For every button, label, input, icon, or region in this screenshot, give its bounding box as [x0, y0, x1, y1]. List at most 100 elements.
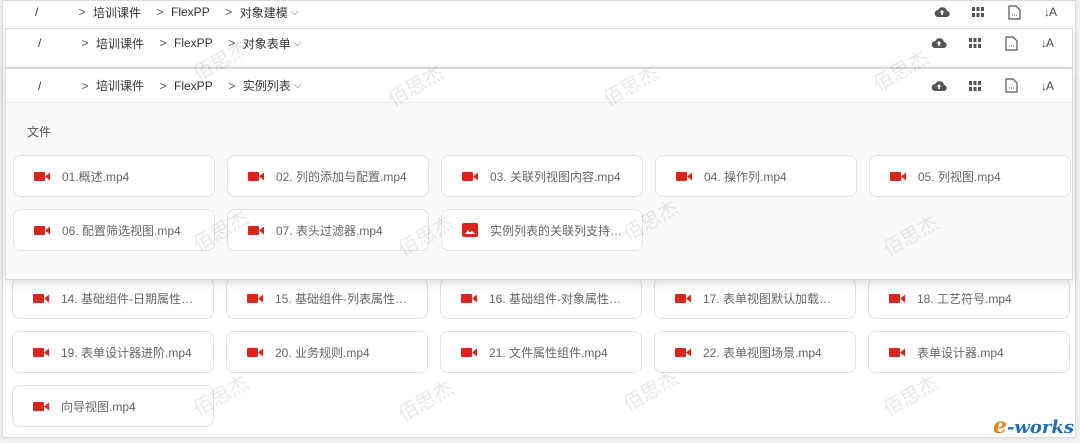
file-name: 03. 关联列视图内容.mp4	[490, 169, 621, 184]
breadcrumb: / > 培训课件 > FlexPP > 对象建模 ⌵ ↓A	[3, 1, 1075, 23]
grid-view-icon[interactable]	[967, 1, 989, 23]
breadcrumb-item[interactable]: 培训课件	[93, 4, 141, 21]
chevron-right-icon: >	[225, 5, 233, 19]
file-card[interactable]: 18. 工艺符号.mp4	[868, 277, 1070, 319]
file-card[interactable]: 01.概述.mp4	[13, 155, 215, 197]
file-name: 21. 文件属性组件.mp4	[489, 345, 608, 360]
file-name: 16. 基础组件-对象属性…	[489, 291, 622, 306]
sort-icon[interactable]: ↓A	[1036, 32, 1058, 54]
chevron-right-icon: >	[228, 78, 236, 93]
video-file-icon	[33, 400, 51, 412]
file-card[interactable]: 22. 表单视图场景.mp4	[654, 331, 856, 373]
eworks-logo: e-works	[992, 413, 1074, 439]
file-name: 01.概述.mp4	[62, 169, 130, 184]
file-card[interactable]: 15. 基础组件-列表属性…	[226, 277, 428, 319]
chevron-right-icon: >	[159, 78, 167, 93]
video-file-icon	[675, 292, 693, 304]
section-title: 文件	[27, 125, 52, 139]
file-card[interactable]: 表单设计器.mp4	[868, 331, 1070, 373]
video-file-icon	[889, 346, 907, 358]
file-card[interactable]: 实例列表的关联列支持…	[441, 209, 643, 251]
file-card[interactable]: 05. 列视图.mp4	[869, 155, 1071, 197]
file-name: 06. 配置筛选视图.mp4	[62, 223, 181, 238]
file-card[interactable]: 03. 关联列视图内容.mp4	[441, 155, 643, 197]
video-file-icon	[676, 170, 694, 182]
file-name: 17. 表单视图默认加载…	[703, 291, 832, 306]
file-icon[interactable]	[1000, 32, 1022, 54]
breadcrumb-item[interactable]: 培训课件	[96, 77, 144, 94]
panel-object-form: / > 培训课件 > FlexPP > 对象表单 ⌵ ↓A	[5, 28, 1073, 68]
file-name: 向导视图.mp4	[61, 399, 136, 414]
breadcrumb-item[interactable]: FlexPP	[174, 36, 213, 50]
toolbar: ↓A	[928, 29, 1058, 57]
file-card[interactable]: 14. 基础组件-日期属性…	[12, 277, 214, 319]
breadcrumb: / > 培训课件 > FlexPP > 对象表单 ⌵ ↓A	[6, 29, 1072, 57]
video-file-icon	[462, 170, 480, 182]
video-file-icon	[675, 346, 693, 358]
file-name: 14. 基础组件-日期属性…	[61, 291, 194, 306]
video-file-icon	[248, 170, 266, 182]
video-file-icon	[461, 292, 479, 304]
grid-view-icon[interactable]	[964, 32, 986, 54]
file-name: 20. 业务规则.mp4	[275, 345, 370, 360]
video-file-icon	[248, 224, 266, 236]
breadcrumb-root[interactable]: /	[38, 36, 74, 50]
video-file-icon	[247, 292, 265, 304]
breadcrumb-item[interactable]: 培训课件	[96, 35, 144, 52]
file-card[interactable]: 16. 基础组件-对象属性…	[440, 277, 642, 319]
video-file-icon	[34, 170, 52, 182]
file-icon[interactable]	[1000, 75, 1022, 97]
file-name: 22. 表单视图场景.mp4	[703, 345, 822, 360]
file-name: 19. 表单设计器进阶.mp4	[61, 345, 192, 360]
chevron-down-icon[interactable]: ⌵	[294, 80, 302, 91]
chevron-down-icon[interactable]: ⌵	[291, 7, 299, 18]
file-card[interactable]: 19. 表单设计器进阶.mp4	[12, 331, 214, 373]
file-icon[interactable]	[1003, 1, 1025, 23]
file-name: 15. 基础组件-列表属性…	[275, 291, 408, 306]
breadcrumb-current[interactable]: 对象建模	[240, 4, 288, 21]
video-file-icon	[33, 292, 51, 304]
file-card[interactable]: 20. 业务规则.mp4	[226, 331, 428, 373]
sort-icon[interactable]: ↓A	[1036, 75, 1058, 97]
file-name: 05. 列视图.mp4	[918, 169, 1001, 184]
video-file-icon	[461, 346, 479, 358]
cloud-upload-icon[interactable]	[931, 1, 953, 23]
chevron-right-icon: >	[228, 36, 236, 50]
file-name: 04. 操作列.mp4	[704, 169, 787, 184]
toolbar: ↓A	[931, 1, 1061, 23]
toolbar: ↓A	[928, 69, 1058, 102]
video-file-icon	[247, 346, 265, 358]
cloud-upload-icon[interactable]	[928, 32, 950, 54]
image-file-icon	[462, 223, 480, 237]
file-card[interactable]: 21. 文件属性组件.mp4	[440, 331, 642, 373]
breadcrumb-current[interactable]: 实例列表	[243, 77, 291, 94]
screen: / > 培训课件 > FlexPP > 对象建模 ⌵ ↓A / > 培训课件 >…	[0, 0, 1080, 443]
video-file-icon	[33, 346, 51, 358]
file-card[interactable]: 02. 列的添加与配置.mp4	[227, 155, 429, 197]
chevron-right-icon: >	[81, 78, 89, 93]
breadcrumb-current[interactable]: 对象表单	[243, 35, 291, 52]
file-card[interactable]: 17. 表单视图默认加载…	[654, 277, 856, 319]
file-name: 02. 列的添加与配置.mp4	[276, 169, 407, 184]
breadcrumb-root[interactable]: /	[38, 79, 74, 93]
file-card[interactable]: 向导视图.mp4	[12, 385, 214, 427]
file-card[interactable]: 06. 配置筛选视图.mp4	[13, 209, 215, 251]
file-name: 实例列表的关联列支持…	[490, 223, 623, 238]
file-card[interactable]: 04. 操作列.mp4	[655, 155, 857, 197]
video-file-icon	[34, 224, 52, 236]
file-name: 表单设计器.mp4	[917, 345, 1004, 360]
grid-view-icon[interactable]	[964, 75, 986, 97]
breadcrumb-item[interactable]: FlexPP	[174, 79, 213, 93]
breadcrumb-root[interactable]: /	[35, 5, 71, 19]
panel-instance-list: / > 培训课件 > FlexPP > 实例列表 ⌵ ↓A 文件 01.概述.m…	[5, 68, 1073, 280]
chevron-down-icon[interactable]: ⌵	[294, 38, 302, 49]
file-card[interactable]: 07. 表头过滤器.mp4	[227, 209, 429, 251]
file-name: 18. 工艺符号.mp4	[917, 291, 1012, 306]
cloud-upload-icon[interactable]	[928, 75, 950, 97]
chevron-right-icon: >	[81, 36, 89, 50]
breadcrumb-item[interactable]: FlexPP	[171, 5, 210, 19]
video-file-icon	[890, 170, 908, 182]
breadcrumb: / > 培训课件 > FlexPP > 实例列表 ⌵ ↓A	[6, 69, 1072, 103]
sort-icon[interactable]: ↓A	[1039, 1, 1061, 23]
file-name: 07. 表头过滤器.mp4	[276, 223, 383, 238]
